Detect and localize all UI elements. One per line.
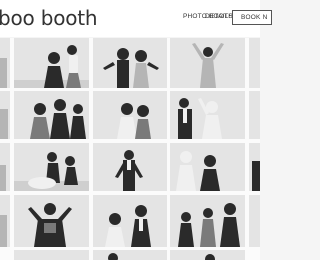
gallery-photo[interactable] bbox=[170, 195, 245, 247]
gallery-photo[interactable] bbox=[93, 143, 167, 191]
book-now-button[interactable]: BOOK N bbox=[232, 10, 272, 25]
gallery-photo[interactable] bbox=[93, 38, 167, 88]
gallery-photo[interactable] bbox=[14, 143, 89, 191]
gallery-photo[interactable] bbox=[14, 38, 89, 88]
gallery-photo[interactable] bbox=[93, 250, 167, 260]
gallery-photo[interactable] bbox=[170, 38, 245, 88]
gallery-photo[interactable] bbox=[14, 250, 89, 260]
photo-gallery bbox=[0, 38, 260, 260]
nav-details[interactable]: DETAILS bbox=[205, 13, 233, 20]
gallery-photo[interactable] bbox=[0, 143, 10, 191]
gallery-photo[interactable] bbox=[93, 195, 167, 247]
gallery-photo[interactable] bbox=[0, 38, 10, 88]
gallery-photo[interactable] bbox=[249, 38, 260, 88]
gallery-photo[interactable] bbox=[249, 195, 260, 247]
gallery-photo[interactable] bbox=[0, 195, 10, 247]
gallery-photo[interactable] bbox=[14, 91, 89, 139]
gallery-photo[interactable] bbox=[0, 91, 10, 139]
gallery-photo[interactable] bbox=[249, 91, 260, 139]
gallery-photo[interactable] bbox=[93, 91, 167, 139]
gallery-photo[interactable] bbox=[170, 91, 245, 139]
site-header: boo booth PHOTO BOOTH DETAILS BOOK N bbox=[0, 0, 272, 37]
gallery-photo[interactable] bbox=[170, 143, 245, 191]
gallery-photo[interactable] bbox=[170, 250, 245, 260]
gallery-photo[interactable] bbox=[14, 195, 89, 247]
brand-logo[interactable]: boo booth bbox=[0, 6, 98, 30]
gallery-photo[interactable] bbox=[249, 143, 260, 191]
